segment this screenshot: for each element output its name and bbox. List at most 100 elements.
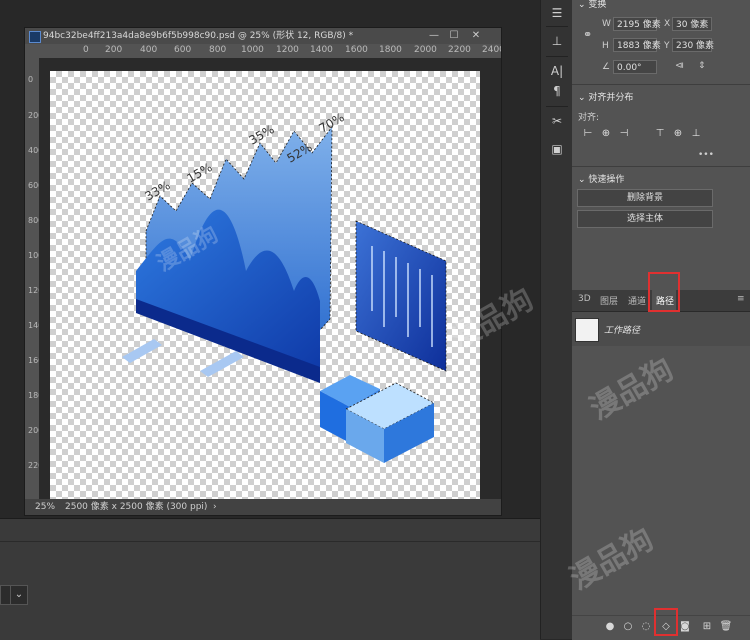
- ruler-h-tick: 2200: [448, 45, 471, 55]
- path-name[interactable]: 工作路径: [604, 323, 640, 336]
- delete-path-icon[interactable]: 🗑: [719, 620, 733, 634]
- ruler-v-tick: 600: [28, 181, 39, 190]
- remove-background-button[interactable]: 删除背景: [577, 189, 713, 207]
- ruler-h-tick: 1200: [276, 45, 299, 55]
- align-section-title[interactable]: ⌄ 对齐并分布: [578, 90, 633, 103]
- ruler-corner: [25, 44, 39, 58]
- stamp-icon[interactable]: ⊥: [548, 32, 566, 50]
- strip-separator: [546, 56, 568, 57]
- align-left-icon[interactable]: ⊢: [582, 128, 594, 140]
- transparent-canvas[interactable]: 33% 15% 35% 52% 70%: [50, 71, 480, 501]
- ruler-v-tick: 800: [28, 216, 39, 225]
- chart-label: 33%: [143, 178, 173, 203]
- bottom-dropdown[interactable]: ⌄: [10, 585, 28, 605]
- character-icon[interactable]: A|: [548, 62, 566, 80]
- align-top-icon[interactable]: ⊤: [654, 128, 666, 140]
- tab-channels[interactable]: 通道: [628, 294, 646, 307]
- ruler-h-tick: 1000: [241, 45, 264, 55]
- align-bottom-icon[interactable]: ⊥: [690, 128, 702, 140]
- vertical-ruler[interactable]: 0 200 400 600 800 1000 1200 1400 1600 18…: [25, 58, 40, 499]
- ruler-h-tick: 2400: [482, 45, 501, 55]
- chart-label: 35%: [247, 122, 277, 147]
- ruler-h-tick: 1800: [379, 45, 402, 55]
- vertical-ruler-ticks: 0 200 400 600 800 1000 1200 1400 1600 18…: [28, 75, 39, 470]
- width-label: W: [602, 19, 611, 29]
- align-label: 对齐:: [578, 113, 600, 123]
- paragraph-icon[interactable]: ¶: [548, 82, 566, 100]
- ruler-v-tick: 0: [28, 75, 33, 84]
- flip-vertical-icon[interactable]: ⇕: [698, 61, 706, 71]
- add-mask-icon[interactable]: ◙: [678, 620, 692, 634]
- panel-menu-icon[interactable]: ≡: [737, 294, 745, 304]
- ruler-h-tick: 600: [174, 45, 192, 55]
- x-label: X: [664, 19, 671, 29]
- fill-path-icon[interactable]: ●: [603, 620, 617, 634]
- section-divider: [572, 84, 750, 85]
- collapse-icon[interactable]: ⌄: [578, 0, 586, 10]
- y-field[interactable]: 230 像素: [672, 38, 714, 52]
- panel-icon-strip: ☰ ⊥ A| ¶ ✂ ▣: [540, 0, 573, 639]
- properties-icon[interactable]: ☰: [548, 4, 566, 22]
- chart-label: 15%: [185, 160, 215, 185]
- ruler-v-tick: 2000: [28, 426, 39, 435]
- document-title: 94bc32be4ff213a4da8e9b6f5b998c90.psd @ 2…: [43, 31, 354, 41]
- height-label: H: [602, 41, 609, 51]
- select-subject-button[interactable]: 选择主体: [577, 210, 713, 228]
- document-title-bar[interactable]: 94bc32be4ff213a4da8e9b6f5b998c90.psd @ 2…: [25, 28, 501, 44]
- path-thumbnail: [575, 318, 599, 342]
- ruler-v-tick: 1000: [28, 251, 39, 260]
- tools-icon[interactable]: ✂: [548, 112, 566, 130]
- light-bar-1: [122, 339, 162, 363]
- ruler-v-tick: 200: [28, 111, 39, 120]
- link-icon[interactable]: ⚭: [583, 28, 592, 41]
- transform-section-title[interactable]: ⌄ 变换: [578, 0, 606, 10]
- collapse-icon[interactable]: ⌄: [578, 175, 586, 185]
- status-bar: 25% 2500 像素 x 2500 像素 (300 ppi) ›: [25, 499, 501, 515]
- angle-field[interactable]: 0.00°: [613, 60, 657, 74]
- ruler-v-tick: 1800: [28, 391, 39, 400]
- ruler-v-tick: 400: [28, 146, 39, 155]
- ruler-h-tick: 800: [209, 45, 227, 55]
- tab-layers[interactable]: 图层: [600, 294, 618, 307]
- collapse-icon[interactable]: ⌄: [578, 93, 586, 103]
- photoshop-doc-icon: [29, 31, 41, 43]
- y-label: Y: [664, 41, 670, 51]
- document-info: 2500 像素 x 2500 像素 (300 ppi): [65, 502, 208, 512]
- light-bar-2: [200, 351, 244, 377]
- horizontal-ruler[interactable]: 0 200 400 600 800 1000 1200 1400 1600 18…: [39, 44, 501, 59]
- highlight-make-work-path: [654, 608, 678, 636]
- load-selection-icon[interactable]: ◌: [639, 620, 653, 634]
- isometric-chart-artwork[interactable]: 33% 15% 35% 52% 70%: [50, 71, 480, 501]
- zoom-level[interactable]: 25%: [35, 499, 55, 515]
- libraries-icon[interactable]: ▣: [548, 140, 566, 158]
- stroke-path-icon[interactable]: ○: [621, 620, 635, 634]
- close-button[interactable]: ✕: [467, 28, 485, 44]
- new-path-icon[interactable]: ⊞: [700, 620, 714, 634]
- minimize-button[interactable]: —: [425, 28, 443, 44]
- bottom-panel: ⌄: [0, 518, 540, 640]
- ruler-h-tick: 1600: [345, 45, 368, 55]
- ruler-v-tick: 1200: [28, 286, 39, 295]
- highlight-paths-tab: [648, 272, 680, 312]
- ruler-h-tick: 0: [83, 45, 89, 55]
- quick-actions-section-title[interactable]: ⌄ 快速操作: [578, 172, 624, 185]
- ruler-v-tick: 2200: [28, 461, 39, 470]
- x-field[interactable]: 30 像素: [672, 17, 712, 31]
- width-field[interactable]: 2195 像素: [613, 17, 661, 31]
- ruler-h-tick: 400: [140, 45, 158, 55]
- ruler-h-tick: 200: [105, 45, 123, 55]
- path-list-item[interactable]: 工作路径: [572, 312, 750, 346]
- height-field[interactable]: 1883 像素: [613, 38, 661, 52]
- status-arrow[interactable]: ›: [213, 499, 217, 515]
- angle-icon: ∠: [602, 62, 611, 72]
- tab-3d[interactable]: 3D: [578, 294, 591, 304]
- maximize-button[interactable]: ☐: [445, 28, 463, 44]
- align-center-v-icon[interactable]: ⊕: [672, 128, 684, 140]
- flip-horizontal-icon[interactable]: ⧏: [675, 61, 684, 71]
- ruler-v-tick: 1600: [28, 356, 39, 365]
- align-center-h-icon[interactable]: ⊕: [600, 128, 612, 140]
- more-options-icon[interactable]: •••: [698, 150, 714, 160]
- canvas-area[interactable]: 33% 15% 35% 52% 70%: [39, 58, 501, 501]
- ruler-h-tick: 2000: [414, 45, 437, 55]
- align-right-icon[interactable]: ⊣: [618, 128, 630, 140]
